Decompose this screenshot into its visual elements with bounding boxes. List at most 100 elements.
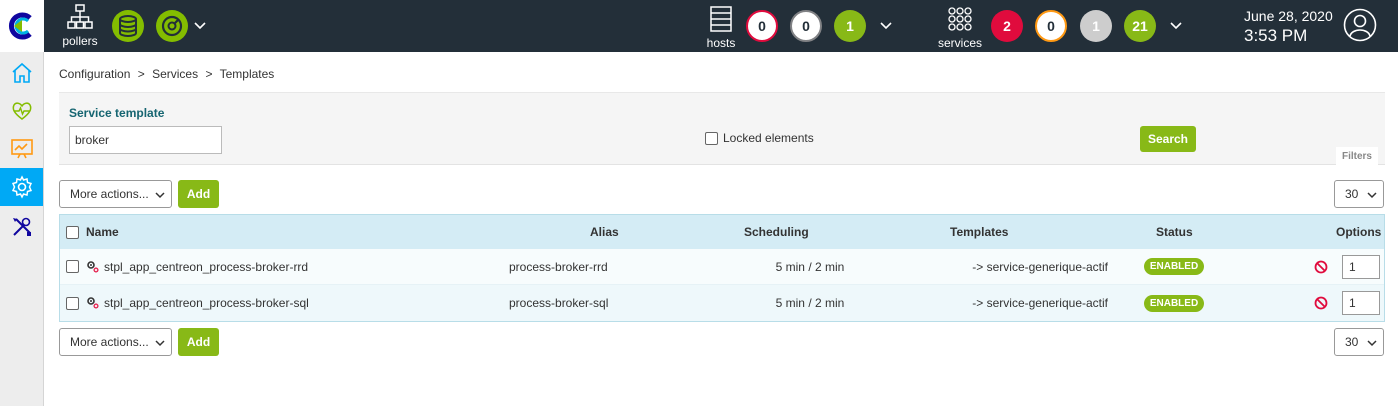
services-unknown-badge[interactable]: 1 (1080, 10, 1112, 42)
user-icon[interactable] (1343, 8, 1377, 42)
services-ok-badge[interactable]: 21 (1124, 10, 1156, 42)
more-actions-label: More actions... (70, 335, 149, 349)
add-button[interactable]: Add (178, 180, 219, 208)
row-name-link[interactable]: stpl_app_centreon_process-broker-sql (104, 296, 309, 310)
header-alias: Alias (590, 225, 619, 239)
breadcrumb-templates[interactable]: Templates (220, 67, 275, 81)
header-options: Options (1336, 225, 1382, 239)
hosts-up-badge[interactable]: 1 (834, 10, 866, 42)
row-alias: process-broker-rrd (509, 259, 608, 274)
sidebar-item-reporting[interactable] (0, 130, 43, 168)
duplicate-count-input[interactable]: 1 (1342, 291, 1380, 315)
sidebar-item-home[interactable] (0, 54, 43, 92)
breadcrumb-configuration[interactable]: Configuration (59, 67, 130, 81)
chart-board-icon (10, 139, 33, 159)
pollers-label: pollers (62, 34, 98, 48)
search-button[interactable]: Search (1140, 126, 1196, 152)
clock: June 28, 2020 3:53 PM (1244, 8, 1333, 46)
tools-icon (12, 217, 31, 236)
hosts-button[interactable]: hosts (706, 6, 736, 50)
hosts-down-badge[interactable]: 0 (746, 10, 778, 42)
table-header: Name Alias Scheduling Templates Status O… (60, 215, 1384, 249)
breadcrumb-services[interactable]: Services (152, 67, 198, 81)
table-row: stpl_app_centreon_process-broker-rrd pro… (60, 249, 1384, 285)
checkbox-box[interactable] (66, 260, 79, 273)
header-scheduling: Scheduling (744, 225, 809, 239)
status-badge: ENABLED (1143, 258, 1205, 275)
locked-elements-label: Locked elements (723, 131, 814, 145)
row-name-cell: stpl_app_centreon_process-broker-rrd (86, 249, 308, 284)
chevron-down-icon[interactable] (1169, 19, 1183, 33)
checkbox-box[interactable] (66, 296, 79, 310)
row-options: 1 (1290, 249, 1380, 284)
hosts-icon (710, 6, 732, 32)
service-template-icon (87, 260, 99, 272)
chevron-down-icon (155, 340, 165, 347)
row-name-cell: stpl_app_centreon_process-broker-sql (86, 285, 309, 321)
gear-icon (11, 175, 32, 199)
sidebar-item-administration[interactable] (0, 208, 43, 246)
gauge-icon (161, 15, 183, 37)
breadcrumb: Configuration > Services > Templates (59, 67, 278, 81)
row-checkbox[interactable] (66, 285, 84, 321)
add-button[interactable]: Add (178, 328, 219, 356)
filters-tab[interactable]: Filters (1336, 147, 1378, 165)
pollers-button[interactable]: pollers (60, 4, 100, 48)
more-actions-select[interactable]: More actions... (59, 328, 172, 356)
services-button[interactable]: services (938, 6, 982, 50)
services-icon (948, 7, 972, 31)
row-name-link[interactable]: stpl_app_centreon_process-broker-rrd (104, 260, 308, 274)
locked-elements-checkbox[interactable]: Locked elements (705, 131, 814, 145)
services-warning-badge[interactable]: 0 (1035, 10, 1067, 42)
filters-panel: Service template Locked elements Search (59, 92, 1385, 165)
row-templates-link[interactable]: -> service-generique-actif (940, 249, 1108, 284)
duplicate-count-input[interactable]: 1 (1342, 254, 1380, 279)
chevron-down-icon[interactable] (879, 19, 893, 33)
header-name[interactable]: Name (86, 215, 119, 249)
row-templates-link[interactable]: -> service-generique-actif (940, 285, 1108, 321)
services-label: services (938, 36, 983, 50)
more-actions-select[interactable]: More actions... (59, 180, 172, 208)
home-icon (11, 62, 32, 83)
row-alias: process-broker-sql (509, 296, 609, 310)
sidebar-item-monitoring[interactable] (0, 92, 43, 130)
per-page-value: 30 (1345, 187, 1359, 201)
checkbox-box[interactable] (705, 131, 718, 145)
database-status-button[interactable] (112, 10, 144, 42)
filter-title: Service template (69, 106, 165, 120)
disable-icon[interactable] (1314, 260, 1328, 274)
per-page-select[interactable]: 30 (1334, 328, 1384, 356)
services-critical-badge[interactable]: 2 (991, 10, 1023, 42)
sidebar-item-configuration[interactable] (0, 168, 43, 206)
per-page-select[interactable]: 30 (1334, 180, 1384, 208)
latency-status-button[interactable] (156, 10, 188, 42)
service-template-search-input[interactable] (69, 126, 222, 154)
chevron-down-icon (155, 192, 165, 199)
hosts-unreachable-badge[interactable]: 0 (790, 10, 822, 42)
hosts-label: hosts (706, 36, 736, 50)
chevron-down-icon (1367, 192, 1377, 199)
row-options: 1 (1290, 285, 1380, 321)
chevron-down-icon (1367, 340, 1377, 347)
more-actions-label: More actions... (70, 187, 149, 201)
breadcrumb-separator: > (137, 67, 145, 81)
breadcrumb-separator: > (205, 67, 213, 81)
checkbox-box[interactable] (66, 225, 79, 239)
per-page-value: 30 (1345, 335, 1359, 349)
chevron-down-icon[interactable] (193, 19, 207, 33)
centreon-logo-icon (9, 12, 32, 40)
row-scheduling: 5 min / 2 min (775, 296, 845, 310)
header-templates: Templates (950, 225, 1009, 239)
centreon-logo[interactable] (0, 0, 44, 52)
clock-date: June 28, 2020 (1244, 8, 1333, 24)
row-checkbox[interactable] (66, 249, 84, 284)
row-status: ENABLED (1143, 285, 1205, 321)
row-scheduling: 5 min / 2 min (775, 259, 845, 274)
service-templates-table: Name Alias Scheduling Templates Status O… (59, 214, 1385, 322)
service-template-icon (87, 297, 99, 309)
disable-icon[interactable] (1314, 296, 1328, 310)
top-bar: pollers hosts 0 0 1 services 2 0 1 21 Ju… (0, 0, 1398, 52)
row-status: ENABLED (1143, 249, 1205, 284)
pollers-icon (67, 4, 93, 29)
select-all-checkbox[interactable] (66, 215, 84, 249)
